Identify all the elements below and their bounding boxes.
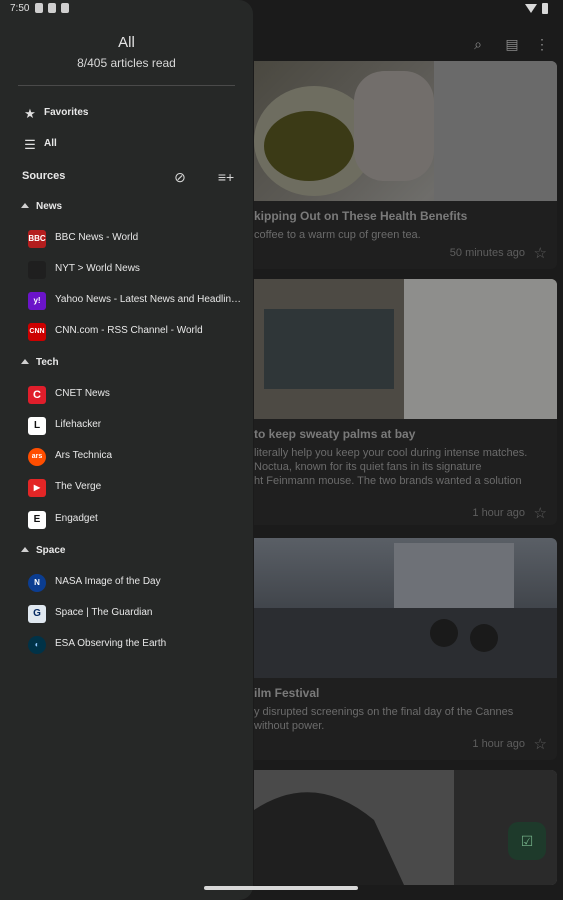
collapse-chevron-icon [21, 547, 29, 552]
feed-item[interactable]: N NASA Image of the Day [0, 569, 253, 597]
drawer-divider [18, 85, 235, 86]
feed-item[interactable]: NYT > World News [0, 256, 253, 284]
feed-label: NYT > World News [55, 263, 140, 274]
bbc-icon: BBC [28, 230, 46, 248]
mark-all-read-icon[interactable]: ▤ [504, 36, 520, 52]
cnet-icon: C [28, 386, 46, 404]
article-image [254, 538, 557, 678]
search-icon[interactable]: ⌕ [470, 36, 486, 52]
star-icon: ★ [24, 106, 36, 121]
battery-icon [542, 3, 548, 14]
feed-item[interactable]: CNN CNN.com - RSS Channel - World [0, 318, 253, 346]
article-card[interactable]: kipping Out on These Health Benefits cof… [254, 61, 557, 269]
article-summary: y disrupted screenings on the final day … [254, 706, 514, 732]
group-news[interactable]: News [0, 194, 253, 222]
yahoo-icon: y! [28, 292, 46, 310]
article-time: 50 minutes ago [449, 247, 525, 259]
feed-label: CNET News [55, 388, 110, 399]
article-time: 1 hour ago [472, 507, 525, 519]
tea-cup-illustration [254, 61, 557, 201]
engadget-icon: E [28, 511, 46, 529]
article-time: 1 hour ago [472, 738, 525, 750]
drawer-item-label: Favorites [44, 107, 89, 118]
guardian-icon: G [28, 605, 46, 623]
gesture-nav-handle[interactable] [204, 886, 358, 890]
feed-label: Engadget [55, 513, 98, 524]
nyt-icon [28, 261, 46, 279]
feed-label: Yahoo News - Latest News and Headlin… [55, 294, 242, 305]
favorite-star-icon[interactable]: ☆ [534, 244, 547, 262]
more-options-icon[interactable]: ⋮ [534, 36, 550, 52]
article-title: to keep sweaty palms at bay [254, 427, 416, 441]
status-time: 7:50 [10, 3, 30, 14]
menu-icon: ☰ [24, 137, 36, 152]
status-notification-icons [35, 3, 69, 13]
feed-item[interactable]: BBC BBC News - World [0, 225, 253, 253]
mark-read-fab[interactable]: ☑ [508, 822, 546, 860]
cnn-icon: CNN [28, 323, 46, 341]
nasa-icon: N [28, 574, 46, 592]
status-bar: 7:50 [0, 0, 563, 20]
favorite-star-icon[interactable]: ☆ [534, 735, 547, 753]
feed-label: Ars Technica [55, 450, 113, 461]
drawer-item-all[interactable]: ☰ All [0, 131, 253, 159]
fan-mouse-illustration [254, 279, 557, 419]
article-summary: coffee to a warm cup of green tea. [254, 229, 421, 241]
esa-icon: ◐ [28, 636, 46, 654]
article-card[interactable]: to keep sweaty palms at bay literally he… [254, 279, 557, 525]
feed-item[interactable]: E Engadget [0, 506, 253, 534]
group-label: Space [36, 545, 66, 556]
drawer-subtitle: 8/405 articles read [77, 56, 176, 70]
drawer-title: All [118, 34, 135, 51]
feed-item[interactable]: G Space | The Guardian [0, 600, 253, 628]
street-scene-illustration [254, 543, 557, 678]
navigation-drawer: All 8/405 articles read ★ Favorites ☰ Al… [0, 0, 253, 900]
discover-compass-icon[interactable]: ⊘ [171, 168, 189, 186]
verge-icon: ▶ [28, 479, 46, 497]
article-image [254, 279, 557, 419]
feed-item[interactable]: y! Yahoo News - Latest News and Headlin… [0, 287, 253, 315]
collapse-chevron-icon [21, 359, 29, 364]
feed-label: BBC News - World [55, 232, 139, 243]
feed-label: CNN.com - RSS Channel - World [55, 325, 203, 336]
add-feed-icon[interactable]: ≡+ [217, 168, 235, 186]
article-title: kipping Out on These Health Benefits [254, 209, 468, 223]
vpn-icon [35, 3, 43, 13]
feed-item[interactable]: C CNET News [0, 381, 253, 409]
wifi-icon [525, 4, 537, 13]
article-image [254, 61, 557, 201]
shield-icon [48, 3, 56, 13]
ars-icon: ars [28, 448, 46, 466]
group-space[interactable]: Space [0, 538, 253, 566]
article-card[interactable]: ilm Festival y disrupted screenings on t… [254, 538, 557, 760]
sources-label: Sources [22, 170, 66, 182]
drawer-item-label: All [44, 138, 57, 149]
feed-item[interactable]: ars Ars Technica [0, 443, 253, 471]
feed-item[interactable]: ◐ ESA Observing the Earth [0, 631, 253, 659]
feed-item[interactable]: ▶ The Verge [0, 474, 253, 502]
group-label: Tech [36, 357, 59, 368]
sim-icon [61, 3, 69, 13]
collapse-chevron-icon [21, 203, 29, 208]
article-summary: literally help you keep your cool during… [254, 447, 528, 487]
feed-label: Lifehacker [55, 419, 102, 430]
drawer-item-favorites[interactable]: ★ Favorites [0, 100, 253, 128]
feed-label: NASA Image of the Day [55, 576, 161, 587]
feed-label: ESA Observing the Earth [55, 638, 167, 649]
app-bar: ⌕ ▤ ⋮ [254, 30, 563, 60]
group-label: News [36, 201, 63, 212]
status-system-icons [525, 3, 548, 14]
feed-item[interactable]: L Lifehacker [0, 412, 253, 440]
sources-header: Sources ⊘ ≡+ [0, 163, 253, 191]
lifehacker-icon: L [28, 417, 46, 435]
favorite-star-icon[interactable]: ☆ [534, 504, 547, 522]
article-title: ilm Festival [254, 686, 320, 700]
feed-label: The Verge [55, 481, 102, 492]
feed-label: Space | The Guardian [55, 607, 153, 618]
group-tech[interactable]: Tech [0, 350, 253, 378]
